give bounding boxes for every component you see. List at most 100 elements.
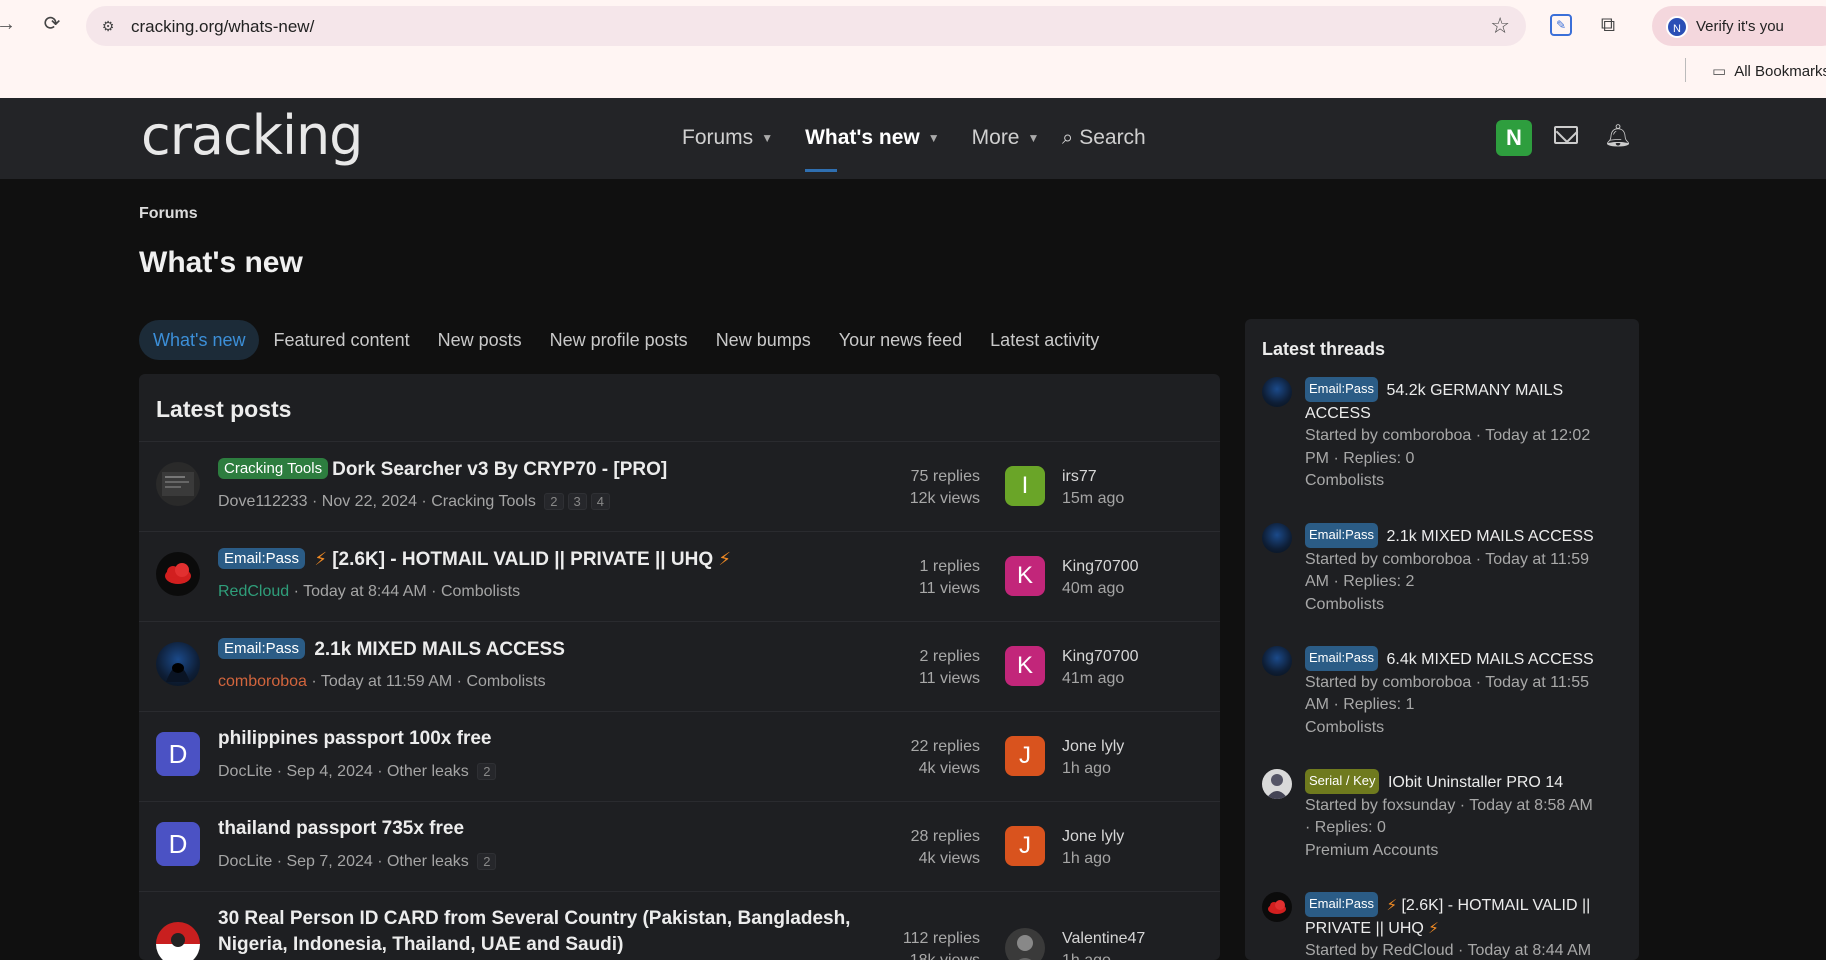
thread-title[interactable]: Email:Pass 6.4k MIXED MAILS ACCESS bbox=[1305, 646, 1629, 672]
bell-icon[interactable]: 🔔︎ bbox=[1604, 124, 1632, 148]
thread-date[interactable]: Nov 22, 2024 bbox=[322, 493, 417, 510]
thread-starter-avatar[interactable] bbox=[1262, 646, 1292, 676]
last-poster-avatar[interactable]: J bbox=[1005, 826, 1045, 866]
post-row[interactable]: Email:Pass 2.1k MIXED MAILS ACCESS combo… bbox=[139, 621, 1220, 711]
thread-title[interactable]: Email:Pass ⚡ [2.6K] - HOTMAIL VALID || bbox=[1305, 892, 1629, 918]
tab-featured-content[interactable]: Featured content bbox=[259, 320, 423, 360]
thread-title-text-line2[interactable]: Nigeria, Indonesia, Thailand, UAE and Sa… bbox=[218, 932, 850, 958]
thread-title[interactable]: thailand passport 735x free bbox=[218, 818, 464, 840]
page-link[interactable]: 2 bbox=[544, 493, 564, 510]
prefix-badge[interactable]: Email:Pass bbox=[1305, 377, 1379, 402]
thread-title-text[interactable]: 30 Real Person ID CARD from Several Coun… bbox=[218, 906, 850, 932]
last-poster-name[interactable]: King70700 bbox=[1062, 556, 1139, 578]
last-poster-name[interactable]: irs77 bbox=[1062, 466, 1124, 488]
thread-title-text[interactable]: Dork Searcher v3 By CRYP70 - [PRO] bbox=[332, 459, 667, 480]
page-link[interactable]: 3 bbox=[567, 493, 587, 510]
thread-title-text-line2[interactable]: PRIVATE || UHQ bbox=[1305, 920, 1424, 937]
page-link[interactable]: 2 bbox=[477, 763, 497, 780]
author-name[interactable]: comboroboa bbox=[218, 673, 307, 690]
last-post-time[interactable]: 1h ago bbox=[1062, 758, 1124, 780]
page-link[interactable]: 4 bbox=[590, 493, 610, 510]
reload-icon[interactable]: ⟳ bbox=[40, 12, 64, 36]
thread-title-text[interactable]: 54.2k GERMANY MAILS bbox=[1386, 382, 1563, 399]
all-bookmarks[interactable]: ▭ All Bookmarks bbox=[1685, 58, 1826, 82]
author-avatar[interactable]: D bbox=[156, 732, 200, 776]
thread-title-text[interactable]: 2.1k MIXED MAILS ACCESS bbox=[314, 639, 565, 660]
thread-title[interactable]: Email:Pass 54.2k GERMANY MAILS bbox=[1305, 377, 1629, 403]
last-post-time[interactable]: 40m ago bbox=[1062, 578, 1139, 600]
thread-title-text[interactable]: [2.6K] - HOTMAIL VALID || bbox=[1401, 897, 1590, 914]
user-avatar[interactable]: N bbox=[1496, 120, 1532, 156]
thread-title-line2[interactable]: PRIVATE || UHQ ⚡ bbox=[1305, 918, 1629, 941]
author-name[interactable]: Dove112233 bbox=[218, 493, 308, 510]
thread-starter-avatar[interactable] bbox=[1262, 523, 1292, 553]
last-poster-avatar[interactable]: J bbox=[1005, 736, 1045, 776]
author-avatar[interactable] bbox=[156, 922, 200, 960]
last-poster-avatar[interactable]: K bbox=[1005, 646, 1045, 686]
thread-starter-avatar[interactable] bbox=[1262, 769, 1292, 799]
prefix-badge[interactable]: Cracking Tools bbox=[218, 458, 329, 479]
last-poster-name[interactable]: Valentine47 bbox=[1062, 928, 1145, 950]
thread-starter-avatar[interactable] bbox=[1262, 377, 1292, 407]
last-post-time[interactable]: 15m ago bbox=[1062, 488, 1124, 510]
thread-title[interactable]: Email:Pass ⚡ [2.6K] - HOTMAIL VALID || P… bbox=[218, 548, 731, 571]
forum-name[interactable]: Other leaks bbox=[387, 853, 469, 870]
thread-title[interactable]: Cracking Tools Dork Searcher v3 By CRYP70… bbox=[218, 458, 667, 481]
thread-title-text[interactable]: 2.1k MIXED MAILS ACCESS bbox=[1386, 528, 1593, 545]
breadcrumb[interactable]: Forums bbox=[139, 205, 198, 223]
last-poster-name[interactable]: King70700 bbox=[1062, 646, 1139, 668]
author-name[interactable]: DocLite bbox=[218, 853, 272, 870]
nav-whats-new[interactable]: What's new ▼ bbox=[805, 126, 940, 172]
mail-icon[interactable] bbox=[1554, 126, 1578, 144]
author-name[interactable]: DocLite bbox=[218, 763, 272, 780]
thread-title[interactable]: Email:Pass 2.1k MIXED MAILS ACCESS bbox=[218, 638, 565, 661]
tab-new-posts[interactable]: New posts bbox=[424, 320, 536, 360]
nav-more[interactable]: More ▼ bbox=[972, 126, 1040, 150]
tab-latest-activity[interactable]: Latest activity bbox=[976, 320, 1113, 360]
forum-name[interactable]: Other leaks bbox=[387, 763, 469, 780]
thread-forum[interactable]: Combolists bbox=[1305, 470, 1629, 493]
tab-your-news-feed[interactable]: Your news feed bbox=[825, 320, 976, 360]
back-arrow-icon[interactable]: → bbox=[0, 14, 16, 34]
thread-title[interactable]: philippines passport 100x free bbox=[218, 728, 491, 750]
post-row[interactable]: 30 Real Person ID CARD from Several Coun… bbox=[139, 891, 1220, 960]
last-poster-name[interactable]: Jone lyly bbox=[1062, 826, 1124, 848]
site-logo[interactable]: cracking bbox=[141, 104, 363, 167]
extensions-puzzle-icon[interactable]: ⧉ bbox=[1596, 13, 1620, 37]
thread-date[interactable]: Sep 7, 2024 bbox=[286, 853, 372, 870]
tab-new-profile-posts[interactable]: New profile posts bbox=[536, 320, 702, 360]
last-post-time[interactable]: 41m ago bbox=[1062, 668, 1139, 690]
thread-title[interactable]: 30 Real Person ID CARD from Several Coun… bbox=[218, 906, 850, 958]
verify-profile-button[interactable]: N Verify it's you bbox=[1652, 6, 1826, 46]
prefix-badge[interactable]: Email:Pass bbox=[218, 638, 306, 659]
post-row[interactable]: Cracking Tools Dork Searcher v3 By CRYP70… bbox=[139, 441, 1220, 531]
thread-title-text[interactable]: IObit Uninstaller PRO 14 bbox=[1388, 774, 1563, 791]
post-row[interactable]: D philippines passport 100x free DocLite… bbox=[139, 711, 1220, 801]
extension-icon[interactable]: ✎ bbox=[1550, 14, 1572, 36]
thread-title-text[interactable]: philippines passport 100x free bbox=[218, 728, 491, 749]
thread-title-text[interactable]: thailand passport 735x free bbox=[218, 818, 464, 839]
prefix-badge[interactable]: Email:Pass bbox=[1305, 523, 1379, 548]
thread-title-text[interactable]: 6.4k MIXED MAILS ACCESS bbox=[1386, 651, 1593, 668]
thread-starter-avatar[interactable] bbox=[1262, 892, 1292, 922]
thread-title[interactable]: Email:Pass 2.1k MIXED MAILS ACCESS bbox=[1305, 523, 1629, 549]
last-post-time[interactable]: 1h ago bbox=[1062, 950, 1145, 960]
forum-name[interactable]: Cracking Tools bbox=[431, 493, 536, 510]
last-poster-name[interactable]: Jone lyly bbox=[1062, 736, 1124, 758]
post-row[interactable]: D thailand passport 735x free DocLite · … bbox=[139, 801, 1220, 891]
prefix-badge[interactable]: Email:Pass bbox=[1305, 646, 1379, 671]
tab-new-bumps[interactable]: New bumps bbox=[702, 320, 825, 360]
page-link[interactable]: 2 bbox=[477, 853, 497, 870]
tab-whats-new[interactable]: What's new bbox=[139, 320, 260, 360]
thread-title[interactable]: Serial / Key IObit Uninstaller PRO 14 bbox=[1305, 769, 1629, 795]
nav-forums[interactable]: Forums ▼ bbox=[682, 126, 773, 150]
author-avatar[interactable]: D bbox=[156, 822, 200, 866]
author-avatar[interactable] bbox=[156, 642, 200, 686]
forum-name[interactable]: Combolists bbox=[441, 583, 520, 600]
last-poster-avatar[interactable] bbox=[1005, 928, 1045, 960]
author-avatar[interactable] bbox=[156, 552, 200, 596]
thread-forum[interactable]: Combolists bbox=[1305, 717, 1629, 740]
last-poster-avatar[interactable]: I bbox=[1005, 466, 1045, 506]
thread-forum[interactable]: Combolists bbox=[1305, 594, 1629, 617]
author-avatar[interactable] bbox=[156, 462, 200, 506]
